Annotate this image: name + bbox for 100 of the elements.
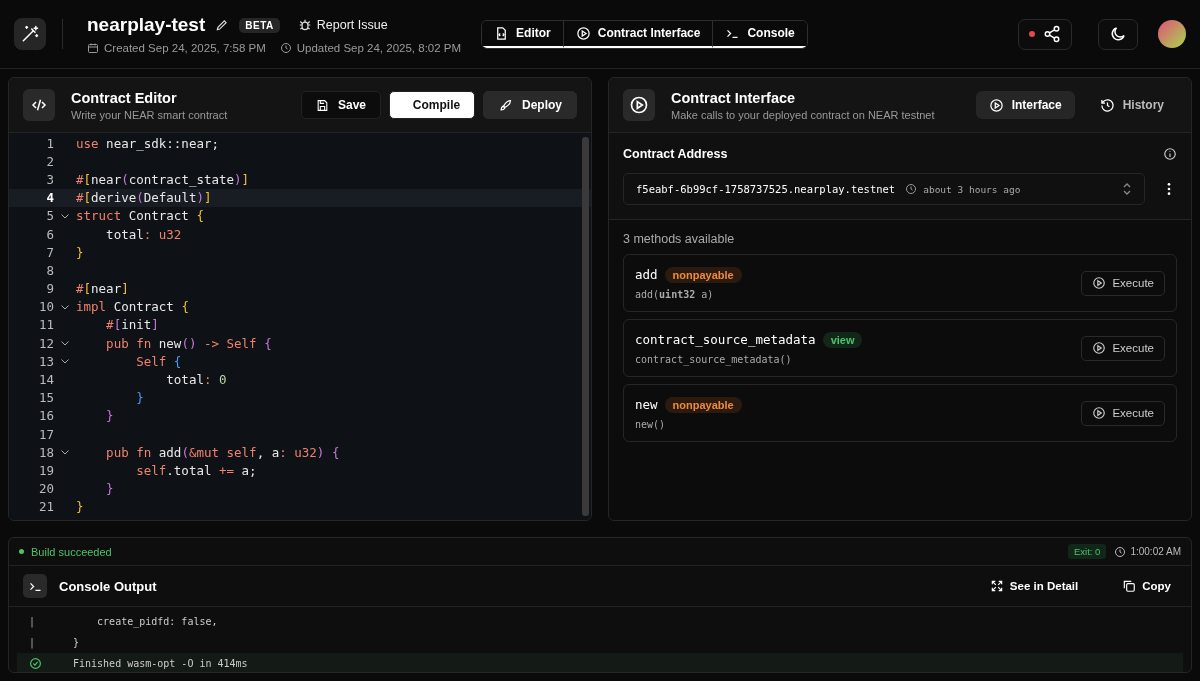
line-number: 17: [37, 426, 54, 442]
history-icon: [1099, 97, 1115, 113]
share-icon: [1043, 25, 1061, 43]
console-title: Console Output: [59, 578, 157, 594]
code-line: total: 0: [165, 372, 227, 388]
report-issue-button[interactable]: Report Issue: [297, 18, 388, 32]
chevron-up-down-icon: [1122, 183, 1132, 195]
code-line: }: [105, 408, 114, 424]
panel-subtitle: Make calls to your deployed contract on NEAR testnet: [671, 108, 935, 121]
line-number: 13: [37, 353, 54, 369]
play-circle-icon: [988, 97, 1004, 113]
bug-icon: [297, 18, 312, 32]
code-line: #[init]: [105, 317, 159, 333]
gutter-mark: |: [29, 616, 37, 627]
clock-icon: [279, 42, 292, 54]
clock-icon: [905, 183, 918, 195]
panel-title: Contract Editor: [71, 89, 178, 106]
build-status: Build succeeded: [19, 545, 112, 558]
view-tab[interactable]: Console: [713, 20, 807, 48]
execute-button[interactable]: Execute: [1081, 400, 1165, 426]
compile-button[interactable]: Compile: [389, 91, 475, 119]
project-title: nearplay-test: [87, 14, 206, 36]
console-line: create_pidfd: false,: [96, 616, 218, 627]
line-number: 15: [37, 390, 54, 406]
view-tab[interactable]: Editor: [482, 20, 564, 48]
method-type-badge: nonpayable: [664, 266, 742, 283]
calendar-icon: [87, 42, 99, 54]
code-line: }: [105, 481, 114, 497]
check-circle-icon: [29, 657, 42, 670]
updated-date: Updated Sep 24, 2025, 8:02 PM: [296, 42, 462, 54]
play-circle-icon: [1092, 406, 1107, 420]
line-number: 21: [37, 499, 54, 515]
floppy-disk-icon: [316, 97, 329, 113]
code-line: pub fn add(&mut self, a: u32) {: [105, 444, 340, 460]
line-number: 12: [37, 335, 54, 351]
scrollbar[interactable]: [582, 137, 589, 516]
deploy-button[interactable]: Deploy: [483, 91, 577, 119]
address-select[interactable]: f5eabf-6b99cf-1758737525.nearplay.testnet about 3 hours ago: [623, 173, 1145, 205]
wand-logo-icon[interactable]: [14, 18, 46, 50]
method-signature: contract_source_metadata(): [635, 353, 793, 365]
method-type-badge: view: [822, 331, 863, 348]
code-line: use near_sdk::near;: [76, 135, 219, 151]
theme-toggle-button[interactable]: [1098, 18, 1138, 50]
clock-icon: [1114, 545, 1127, 558]
console-line: Finished wasm-opt -O in 414ms: [73, 658, 248, 669]
view-tab[interactable]: Contract Interface: [563, 20, 714, 48]
code-icon: [23, 89, 55, 121]
user-avatar[interactable]: [1158, 20, 1186, 48]
code-line: impl Contract {: [76, 299, 189, 315]
code-line: }: [76, 499, 84, 515]
code-line: }: [135, 390, 144, 406]
method-signature: add(uint32 a): [635, 288, 715, 300]
save-button[interactable]: Save: [301, 91, 381, 119]
line-number: 14: [37, 372, 54, 388]
code-line: }: [76, 244, 84, 260]
code-line: total: u32: [105, 226, 182, 242]
method-name: new: [635, 397, 658, 412]
line-number: 16: [37, 408, 54, 424]
panel-tab[interactable]: History: [1086, 91, 1177, 119]
execute-button[interactable]: Execute: [1081, 270, 1165, 296]
line-number: 19: [37, 462, 54, 478]
execute-button[interactable]: Execute: [1081, 335, 1165, 361]
code-line: pub fn new() -> Self {: [105, 335, 272, 351]
terminal-icon: [23, 574, 47, 598]
gutter-mark: |: [29, 637, 37, 648]
code-line: struct Contract {: [76, 208, 204, 224]
panel-title: Contract Interface: [671, 89, 797, 106]
see-in-detail-button[interactable]: See in Detail: [983, 578, 1085, 594]
play-circle-icon: [1092, 341, 1107, 355]
play-circle-icon: [1092, 276, 1107, 290]
pencil-icon[interactable]: [215, 18, 230, 32]
line-number: 7: [45, 244, 54, 260]
code-line: #[near(contract_state)]: [76, 171, 250, 187]
beta-badge: BETA: [239, 17, 280, 33]
line-number: 11: [37, 317, 54, 333]
created-date: Created Sep 24, 2025, 7:58 PM: [104, 42, 266, 54]
field-label: Contract Address: [623, 147, 728, 161]
line-number: 9: [45, 281, 54, 297]
line-number: 8: [45, 262, 54, 278]
share-button[interactable]: [1018, 18, 1072, 50]
line-number: 2: [45, 153, 54, 169]
line-number: 3: [45, 171, 54, 187]
expand-icon: [989, 579, 1004, 593]
moon-icon: [1109, 25, 1127, 43]
code-line: #[near]: [76, 281, 129, 297]
info-icon[interactable]: [1163, 147, 1177, 161]
code-line: Self {: [135, 353, 182, 369]
line-number: 4: [45, 190, 54, 206]
code-line: self.total += a;: [135, 462, 257, 478]
line-number: 18: [37, 444, 54, 460]
console-line: }: [73, 637, 80, 648]
method-signature: new(): [635, 418, 667, 430]
code-line: #[derive(Default)]: [76, 190, 212, 206]
play-circle-icon: [575, 25, 591, 41]
copy-button[interactable]: Copy: [1116, 578, 1177, 594]
panel-tab[interactable]: Interface: [975, 91, 1075, 119]
build-time: 1:00:02 AM: [1130, 546, 1181, 557]
methods-count: 3 methods available: [623, 232, 736, 246]
exit-code-badge: Exit: 0: [1068, 544, 1107, 559]
line-number: 6: [45, 226, 54, 242]
